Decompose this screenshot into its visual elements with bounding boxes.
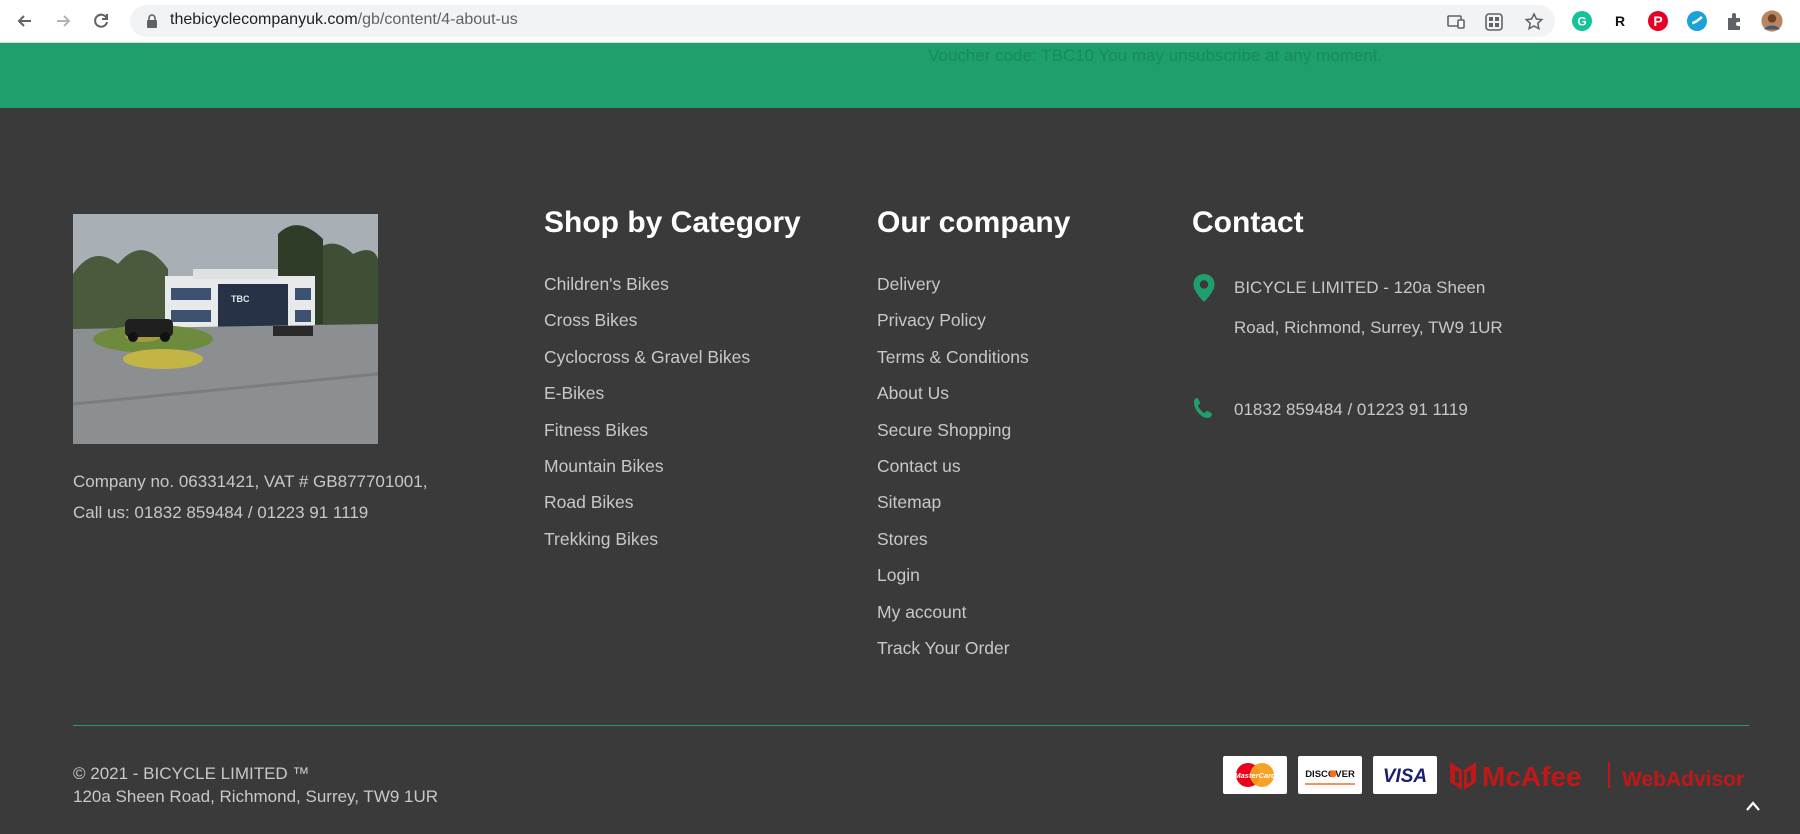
footer-divider: [73, 725, 1749, 726]
company-link-terms-conditions[interactable]: Terms & Conditions: [877, 339, 1029, 375]
contact-title: Contact: [1192, 206, 1304, 239]
mastercard-logo: MasterCard: [1223, 756, 1287, 794]
pinterest-extension-icon[interactable]: P: [1647, 10, 1669, 32]
site-footer: TBC Company no. 06331421, VAT # GB877701…: [0, 108, 1800, 834]
company-link-privacy-policy[interactable]: Privacy Policy: [877, 302, 1029, 338]
discover-logo: DISCOVER: [1298, 756, 1362, 794]
company-link-track-your-order[interactable]: Track Your Order: [877, 630, 1029, 666]
svg-text:VISA: VISA: [1383, 766, 1427, 787]
address-text: BICYCLE LIMITED - 120a Sheen Road, Richm…: [1234, 278, 1503, 337]
company-link-delivery[interactable]: Delivery: [877, 266, 1029, 302]
category-link-fitness-bikes[interactable]: Fitness Bikes: [544, 412, 750, 448]
reload-button[interactable]: [88, 8, 114, 34]
profile-avatar[interactable]: [1761, 10, 1783, 32]
svg-text:R: R: [1615, 13, 1625, 29]
company-links: Delivery Privacy Policy Terms & Conditio…: [877, 266, 1029, 666]
svg-text:TBC: TBC: [231, 294, 250, 304]
forward-arrow-icon: [57, 15, 71, 27]
category-link-mountain-bikes[interactable]: Mountain Bikes: [544, 448, 750, 484]
shop-by-category-title: Shop by Category: [544, 206, 801, 239]
svg-text:P: P: [1653, 13, 1662, 29]
svg-text:MasterCard: MasterCard: [1234, 771, 1276, 780]
back-button[interactable]: [12, 8, 38, 34]
company-info: Company no. 06331421, VAT # GB877701001,…: [73, 472, 428, 522]
address-bar[interactable]: thebicyclecompanyuk.com/gb/content/4-abo…: [130, 5, 1555, 37]
back-arrow-icon: [17, 15, 31, 27]
category-link-childrens-bikes[interactable]: Children's Bikes: [544, 266, 750, 302]
company-link-my-account[interactable]: My account: [877, 594, 1029, 630]
visa-logo: VISA: [1373, 756, 1437, 794]
copyright: © 2021 - BICYCLE LIMITED ™ 120a Sheen Ro…: [73, 764, 439, 806]
svg-text:McAfee: McAfee: [1482, 761, 1582, 792]
company-link-login[interactable]: Login: [877, 557, 1029, 593]
phone-icon: [1194, 398, 1212, 418]
grammarly-extension-icon[interactable]: G: [1571, 10, 1593, 32]
company-link-sitemap[interactable]: Sitemap: [877, 484, 1029, 520]
svg-text:WebAdvisor: WebAdvisor: [1622, 768, 1744, 791]
voucher-text: Voucher code: TBC10 You may unsubscribe …: [928, 46, 1383, 65]
puzzle-extensions-icon[interactable]: [1724, 10, 1746, 32]
browser-toolbar: thebicyclecompanyuk.com/gb/content/4-abo…: [0, 0, 1800, 43]
category-link-cyclocross-gravel-bikes[interactable]: Cyclocross & Gravel Bikes: [544, 339, 750, 375]
mcafee-webadvisor-logo: McAfee WebAdvisor: [1448, 756, 1748, 794]
category-link-cross-bikes[interactable]: Cross Bikes: [544, 302, 750, 338]
phone-text: 01832 859484 / 01223 91 1119: [1234, 400, 1468, 419]
back-to-top-button[interactable]: [1741, 794, 1765, 818]
bookmark-star-icon[interactable]: [1524, 12, 1544, 32]
reload-icon: [94, 13, 108, 28]
cast-icon[interactable]: [1446, 12, 1466, 32]
readability-extension-icon[interactable]: R: [1609, 10, 1631, 32]
store-photo: TBC: [73, 214, 378, 444]
blue-circle-extension-icon[interactable]: [1686, 10, 1708, 32]
map-pin-icon: [1193, 274, 1215, 302]
chevron-up-icon: [1746, 801, 1760, 811]
forward-button[interactable]: [50, 8, 76, 34]
company-link-stores[interactable]: Stores: [877, 521, 1029, 557]
company-link-contact-us[interactable]: Contact us: [877, 448, 1029, 484]
newsletter-band: Voucher code: TBC10 You may unsubscribe …: [0, 43, 1800, 108]
url-text: thebicyclecompanyuk.com/gb/content/4-abo…: [170, 11, 518, 28]
category-link-road-bikes[interactable]: Road Bikes: [544, 484, 750, 520]
company-link-secure-shopping[interactable]: Secure Shopping: [877, 412, 1029, 448]
qr-code-icon[interactable]: [1484, 12, 1504, 32]
category-links: Children's Bikes Cross Bikes Cyclocross …: [544, 266, 750, 557]
svg-text:G: G: [1577, 15, 1586, 29]
category-link-e-bikes[interactable]: E-Bikes: [544, 375, 750, 411]
company-link-about-us[interactable]: About Us: [877, 375, 1029, 411]
category-link-trekking-bikes[interactable]: Trekking Bikes: [544, 521, 750, 557]
our-company-title: Our company: [877, 206, 1071, 239]
lock-icon: [147, 14, 157, 28]
